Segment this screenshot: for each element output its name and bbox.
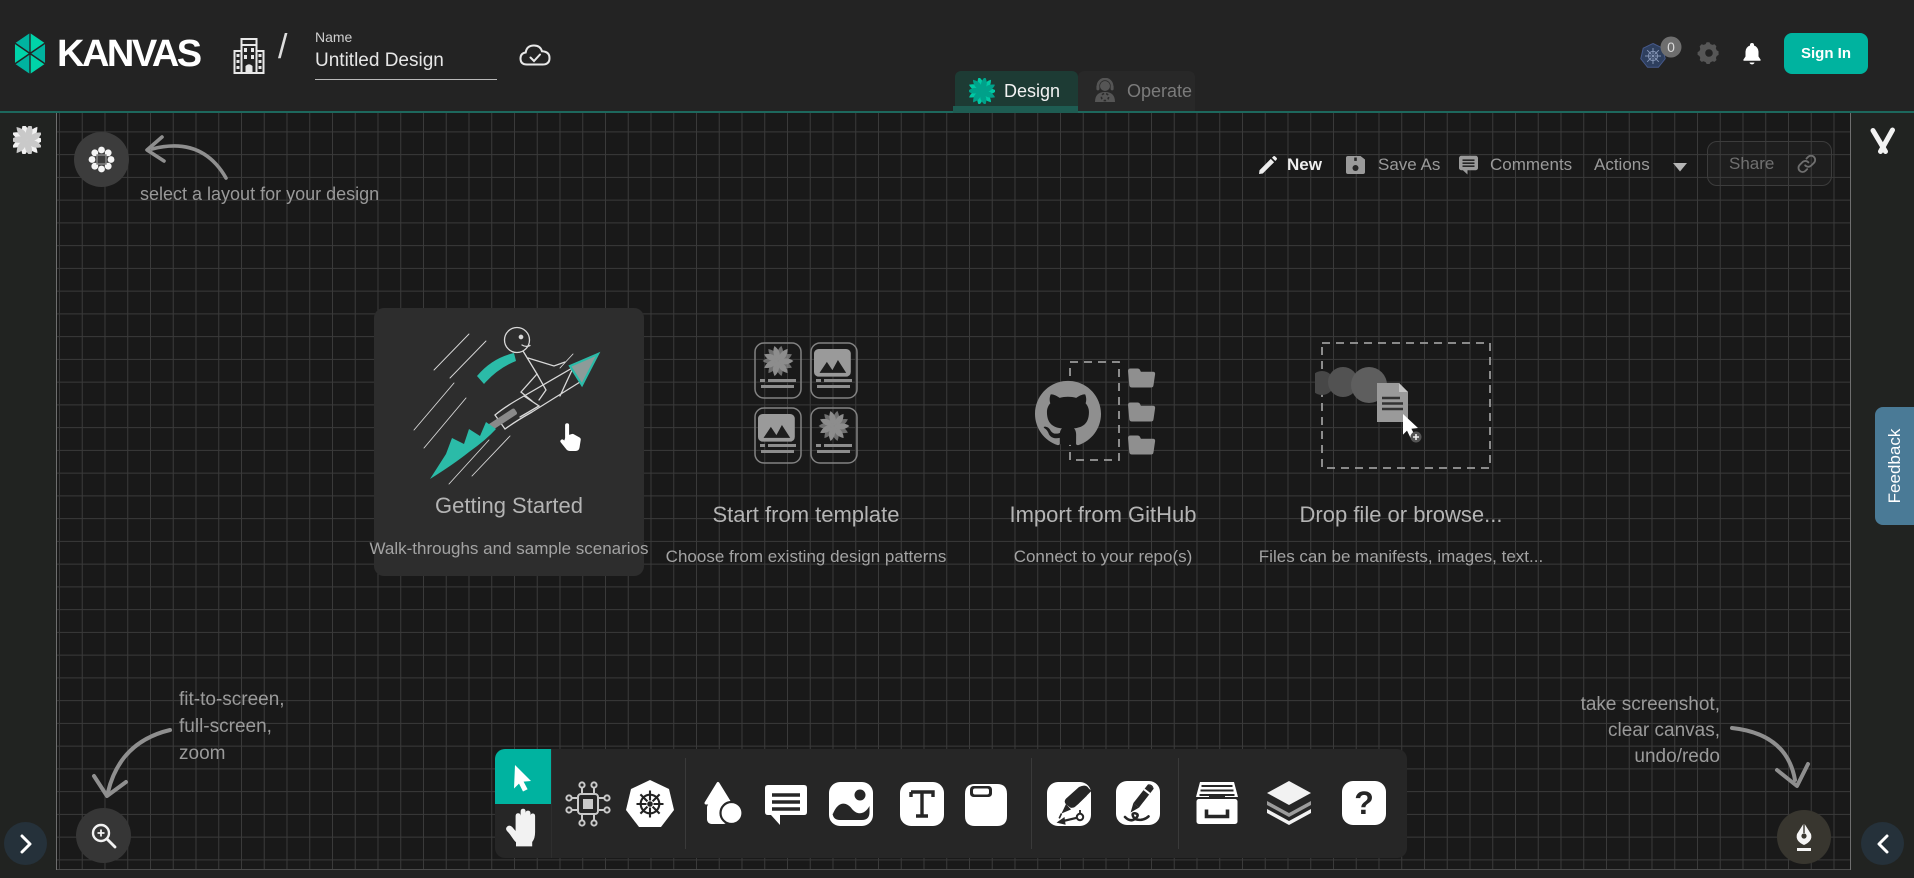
svg-text:?: ? — [1354, 785, 1374, 821]
svg-text:0: 0 — [1667, 39, 1675, 55]
